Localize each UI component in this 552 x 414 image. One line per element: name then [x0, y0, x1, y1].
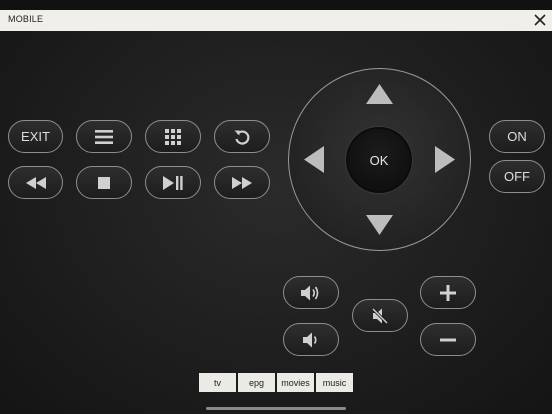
tab-music[interactable]: music — [316, 373, 353, 392]
volume-down-button[interactable] — [283, 323, 339, 356]
title-bar: MOBILE — [0, 10, 552, 31]
page-title: MOBILE — [8, 14, 44, 24]
channel-down-button[interactable] — [420, 323, 476, 356]
power-on-button[interactable]: ON — [489, 120, 545, 153]
menu-icon — [95, 129, 113, 144]
arrow-left-icon[interactable] — [304, 146, 324, 173]
close-icon[interactable] — [533, 13, 547, 27]
off-label: OFF — [504, 169, 530, 184]
fast-forward-icon — [232, 176, 252, 189]
tab-epg[interactable]: epg — [238, 373, 275, 392]
back-icon — [234, 129, 250, 145]
tab-tv[interactable]: tv — [199, 373, 236, 392]
stop-button[interactable] — [76, 166, 132, 199]
mute-icon — [372, 307, 388, 324]
grid-icon — [165, 128, 181, 145]
tab-movies[interactable]: movies — [277, 373, 314, 392]
exit-button[interactable]: EXIT — [8, 120, 63, 153]
volume-up-button[interactable] — [283, 276, 339, 309]
menu-button[interactable] — [76, 120, 132, 153]
back-button[interactable] — [214, 120, 270, 153]
bottom-tabs: tv epg movies music — [199, 373, 353, 392]
volume-up-icon — [301, 285, 319, 300]
home-indicator — [206, 407, 346, 410]
exit-label: EXIT — [21, 129, 50, 144]
mute-button[interactable] — [352, 299, 408, 332]
on-label: ON — [507, 129, 527, 144]
power-off-button[interactable]: OFF — [489, 160, 545, 193]
channel-up-button[interactable] — [420, 276, 476, 309]
minus-icon — [440, 338, 456, 341]
grid-button[interactable] — [145, 120, 201, 153]
arrow-up-icon[interactable] — [366, 84, 393, 104]
play-pause-icon — [163, 175, 183, 190]
volume-down-icon — [303, 332, 317, 347]
arrow-down-icon[interactable] — [366, 215, 393, 235]
rewind-button[interactable] — [8, 166, 63, 199]
plus-icon — [440, 284, 456, 301]
arrow-right-icon[interactable] — [435, 146, 455, 173]
ok-button[interactable]: OK — [346, 127, 412, 193]
play-pause-button[interactable] — [145, 166, 201, 199]
fast-forward-button[interactable] — [214, 166, 270, 199]
rewind-icon — [25, 176, 46, 189]
status-bar — [0, 0, 552, 10]
ok-label: OK — [369, 152, 389, 168]
stop-icon — [98, 176, 110, 189]
